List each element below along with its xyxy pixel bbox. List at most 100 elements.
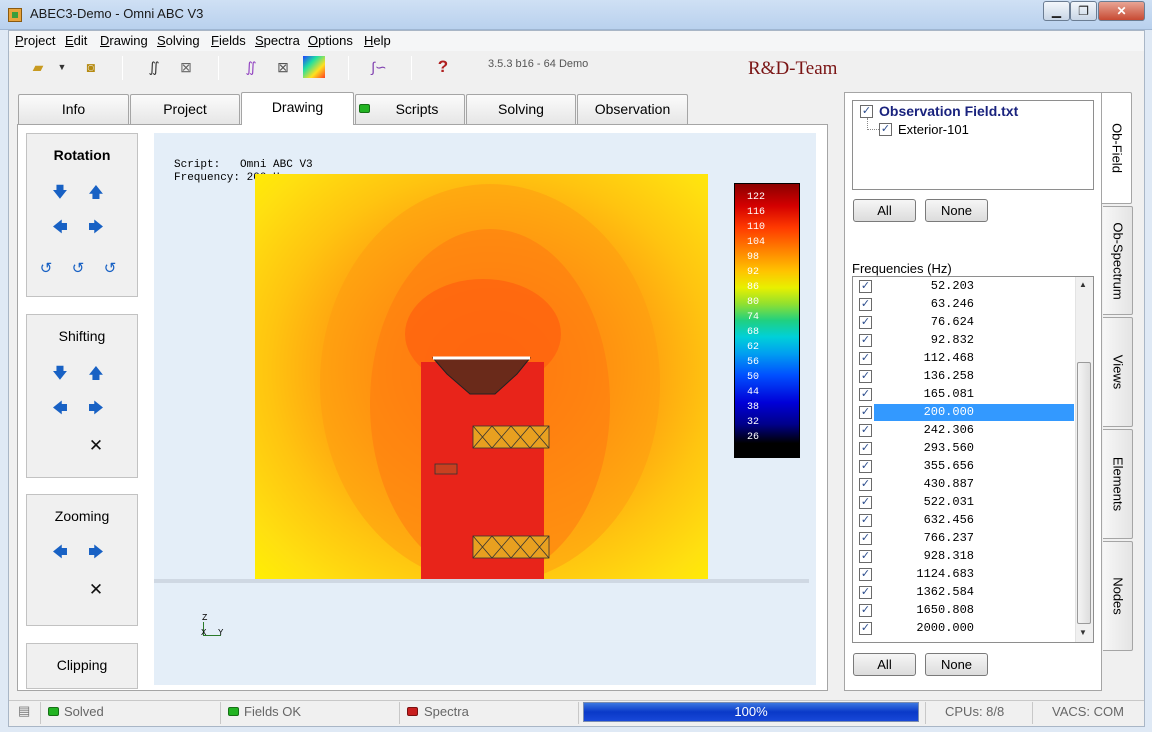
field-none-button[interactable]: None <box>925 199 988 222</box>
rotate-z-button[interactable]: ↺ <box>36 259 56 279</box>
frequency-checkbox[interactable]: ✓ <box>859 532 872 545</box>
tab-observation[interactable]: Observation <box>577 94 688 124</box>
tree-root-checkbox[interactable]: ✓ <box>860 105 873 118</box>
freq-all-button[interactable]: All <box>853 653 916 676</box>
frequency-row[interactable]: ✓ 242.306 <box>852 422 1074 440</box>
frequency-checkbox[interactable]: ✓ <box>859 442 872 455</box>
field-all-button[interactable]: All <box>853 199 916 222</box>
close-button[interactable]: ✕ <box>1098 1 1145 21</box>
side-tab-nodes[interactable]: Nodes <box>1103 541 1133 651</box>
frequency-checkbox[interactable]: ✓ <box>859 604 872 617</box>
maximize-button[interactable]: ❐ <box>1070 1 1097 21</box>
wireframe-icon[interactable]: ⊠ <box>272 56 294 78</box>
mesh-icon[interactable]: ⊠ <box>175 56 197 78</box>
frequency-checkbox[interactable]: ✓ <box>859 370 872 383</box>
rotate-right-button[interactable]: 🡆 <box>86 218 106 238</box>
rotate-up-button[interactable]: 🡅 <box>86 183 106 203</box>
rotate-down-button[interactable]: 🡇 <box>50 183 70 203</box>
frequency-row[interactable]: ✓ 430.887 <box>852 476 1074 494</box>
rotate-x-button[interactable]: ↺ <box>100 259 120 279</box>
frequency-row[interactable]: ✓ 522.031 <box>852 494 1074 512</box>
frequency-checkbox[interactable]: ✓ <box>859 550 872 563</box>
frequency-row[interactable]: ✓ 293.560 <box>852 440 1074 458</box>
dropdown-icon[interactable]: ▼ <box>55 56 69 78</box>
frequency-value: 92.832 <box>930 333 974 347</box>
frequency-row[interactable]: ✓ 2000.000 <box>852 620 1074 638</box>
tab-project[interactable]: Project <box>130 94 240 124</box>
frequency-row[interactable]: ✓ 632.456 <box>852 512 1074 530</box>
frequency-checkbox[interactable]: ✓ <box>859 424 872 437</box>
help-icon[interactable]: ? <box>432 56 454 78</box>
menu-spectra[interactable]: Spectra <box>255 33 300 48</box>
shift-reset-button[interactable]: ✕ <box>86 436 106 456</box>
scroll-up-icon[interactable]: ▲ <box>1079 280 1087 289</box>
menu-fields[interactable]: Fields <box>211 33 246 48</box>
tree-child-checkbox[interactable]: ✓ <box>879 123 892 136</box>
rotate-left-button[interactable]: 🡄 <box>50 218 70 238</box>
menu-options[interactable]: Options <box>308 33 353 48</box>
shift-up-button[interactable]: 🡅 <box>86 364 106 384</box>
zoom-reset-button[interactable]: ✕ <box>86 580 106 600</box>
shift-down-button[interactable]: 🡇 <box>50 364 70 384</box>
frequency-checkbox[interactable]: ✓ <box>859 496 872 509</box>
frequency-row[interactable]: ✓ 92.832 <box>852 332 1074 350</box>
integral-icon[interactable]: ∬ <box>143 56 165 78</box>
frequency-row[interactable]: ✓ 1650.808 <box>852 602 1074 620</box>
open-folder-icon[interactable]: ▰ <box>27 56 49 78</box>
frequency-checkbox[interactable]: ✓ <box>859 622 872 635</box>
tab-scripts[interactable]: Scripts <box>355 94 465 124</box>
menu-solving[interactable]: Solving <box>157 33 200 48</box>
tab-solving[interactable]: Solving <box>466 94 576 124</box>
frequency-checkbox[interactable]: ✓ <box>859 334 872 347</box>
frequency-row[interactable]: ✓ 76.624 <box>852 314 1074 332</box>
scroll-thumb[interactable] <box>1077 362 1091 624</box>
frequency-row[interactable]: ✓ 165.081 <box>852 386 1074 404</box>
frequency-checkbox[interactable]: ✓ <box>859 352 872 365</box>
tree-child-label[interactable]: Exterior-101 <box>898 122 969 137</box>
shift-right-button[interactable]: 🡆 <box>86 399 106 419</box>
frequency-row[interactable]: ✓ 1362.584 <box>852 584 1074 602</box>
side-tab-ob-field[interactable]: Ob-Field <box>1102 92 1132 204</box>
scroll-down-icon[interactable]: ▼ <box>1079 628 1087 637</box>
tab-info[interactable]: Info <box>18 94 129 124</box>
save-icon[interactable]: ◙ <box>80 56 102 78</box>
spectrum-icon[interactable]: ∬ <box>240 56 262 78</box>
side-tab-views[interactable]: Views <box>1103 317 1133 427</box>
shift-left-button[interactable]: 🡄 <box>50 399 70 419</box>
frequency-checkbox[interactable]: ✓ <box>859 316 872 329</box>
frequency-checkbox[interactable]: ✓ <box>859 514 872 527</box>
frequency-row[interactable]: ✓ 63.246 <box>852 296 1074 314</box>
frequency-row[interactable]: ✓ 52.203 <box>852 278 1074 296</box>
tab-drawing[interactable]: Drawing <box>241 92 354 125</box>
side-tab-ob-spectrum[interactable]: Ob-Spectrum <box>1103 206 1133 315</box>
menu-drawing[interactable]: Drawing <box>100 33 148 48</box>
field-color-icon[interactable] <box>303 56 325 78</box>
zoom-out-button[interactable]: 🡄 <box>50 543 70 563</box>
frequency-row[interactable]: ✓ 1124.683 <box>852 566 1074 584</box>
zoom-in-button[interactable]: 🡆 <box>86 543 106 563</box>
frequency-row[interactable]: ✓ 136.258 <box>852 368 1074 386</box>
frequency-checkbox[interactable]: ✓ <box>859 388 872 401</box>
frequency-row[interactable]: ✓ 928.318 <box>852 548 1074 566</box>
frequency-checkbox[interactable]: ✓ <box>859 406 872 419</box>
frequency-checkbox[interactable]: ✓ <box>859 586 872 599</box>
frequency-row[interactable]: ✓ 355.656 <box>852 458 1074 476</box>
integral-plot-icon[interactable]: ∫∽ <box>368 56 390 78</box>
frequency-row[interactable]: ✓ 200.000 <box>852 404 1074 422</box>
minimize-button[interactable]: ▁ <box>1043 1 1070 21</box>
freq-none-button[interactable]: None <box>925 653 988 676</box>
frequency-row[interactable]: ✓ 766.237 <box>852 530 1074 548</box>
menu-edit[interactable]: Edit <box>65 33 87 48</box>
frequency-checkbox[interactable]: ✓ <box>859 568 872 581</box>
side-tab-elements[interactable]: Elements <box>1103 429 1133 539</box>
frequency-row[interactable]: ✓ 112.468 <box>852 350 1074 368</box>
tree-root-label[interactable]: Observation Field.txt <box>879 103 1018 119</box>
frequency-checkbox[interactable]: ✓ <box>859 298 872 311</box>
frequency-checkbox[interactable]: ✓ <box>859 460 872 473</box>
rotate-y-button[interactable]: ↺ <box>68 259 88 279</box>
scale-label: 62 <box>747 342 760 353</box>
frequency-checkbox[interactable]: ✓ <box>859 280 872 293</box>
menu-project[interactable]: Project <box>15 33 55 48</box>
menu-help[interactable]: Help <box>364 33 391 48</box>
frequency-checkbox[interactable]: ✓ <box>859 478 872 491</box>
